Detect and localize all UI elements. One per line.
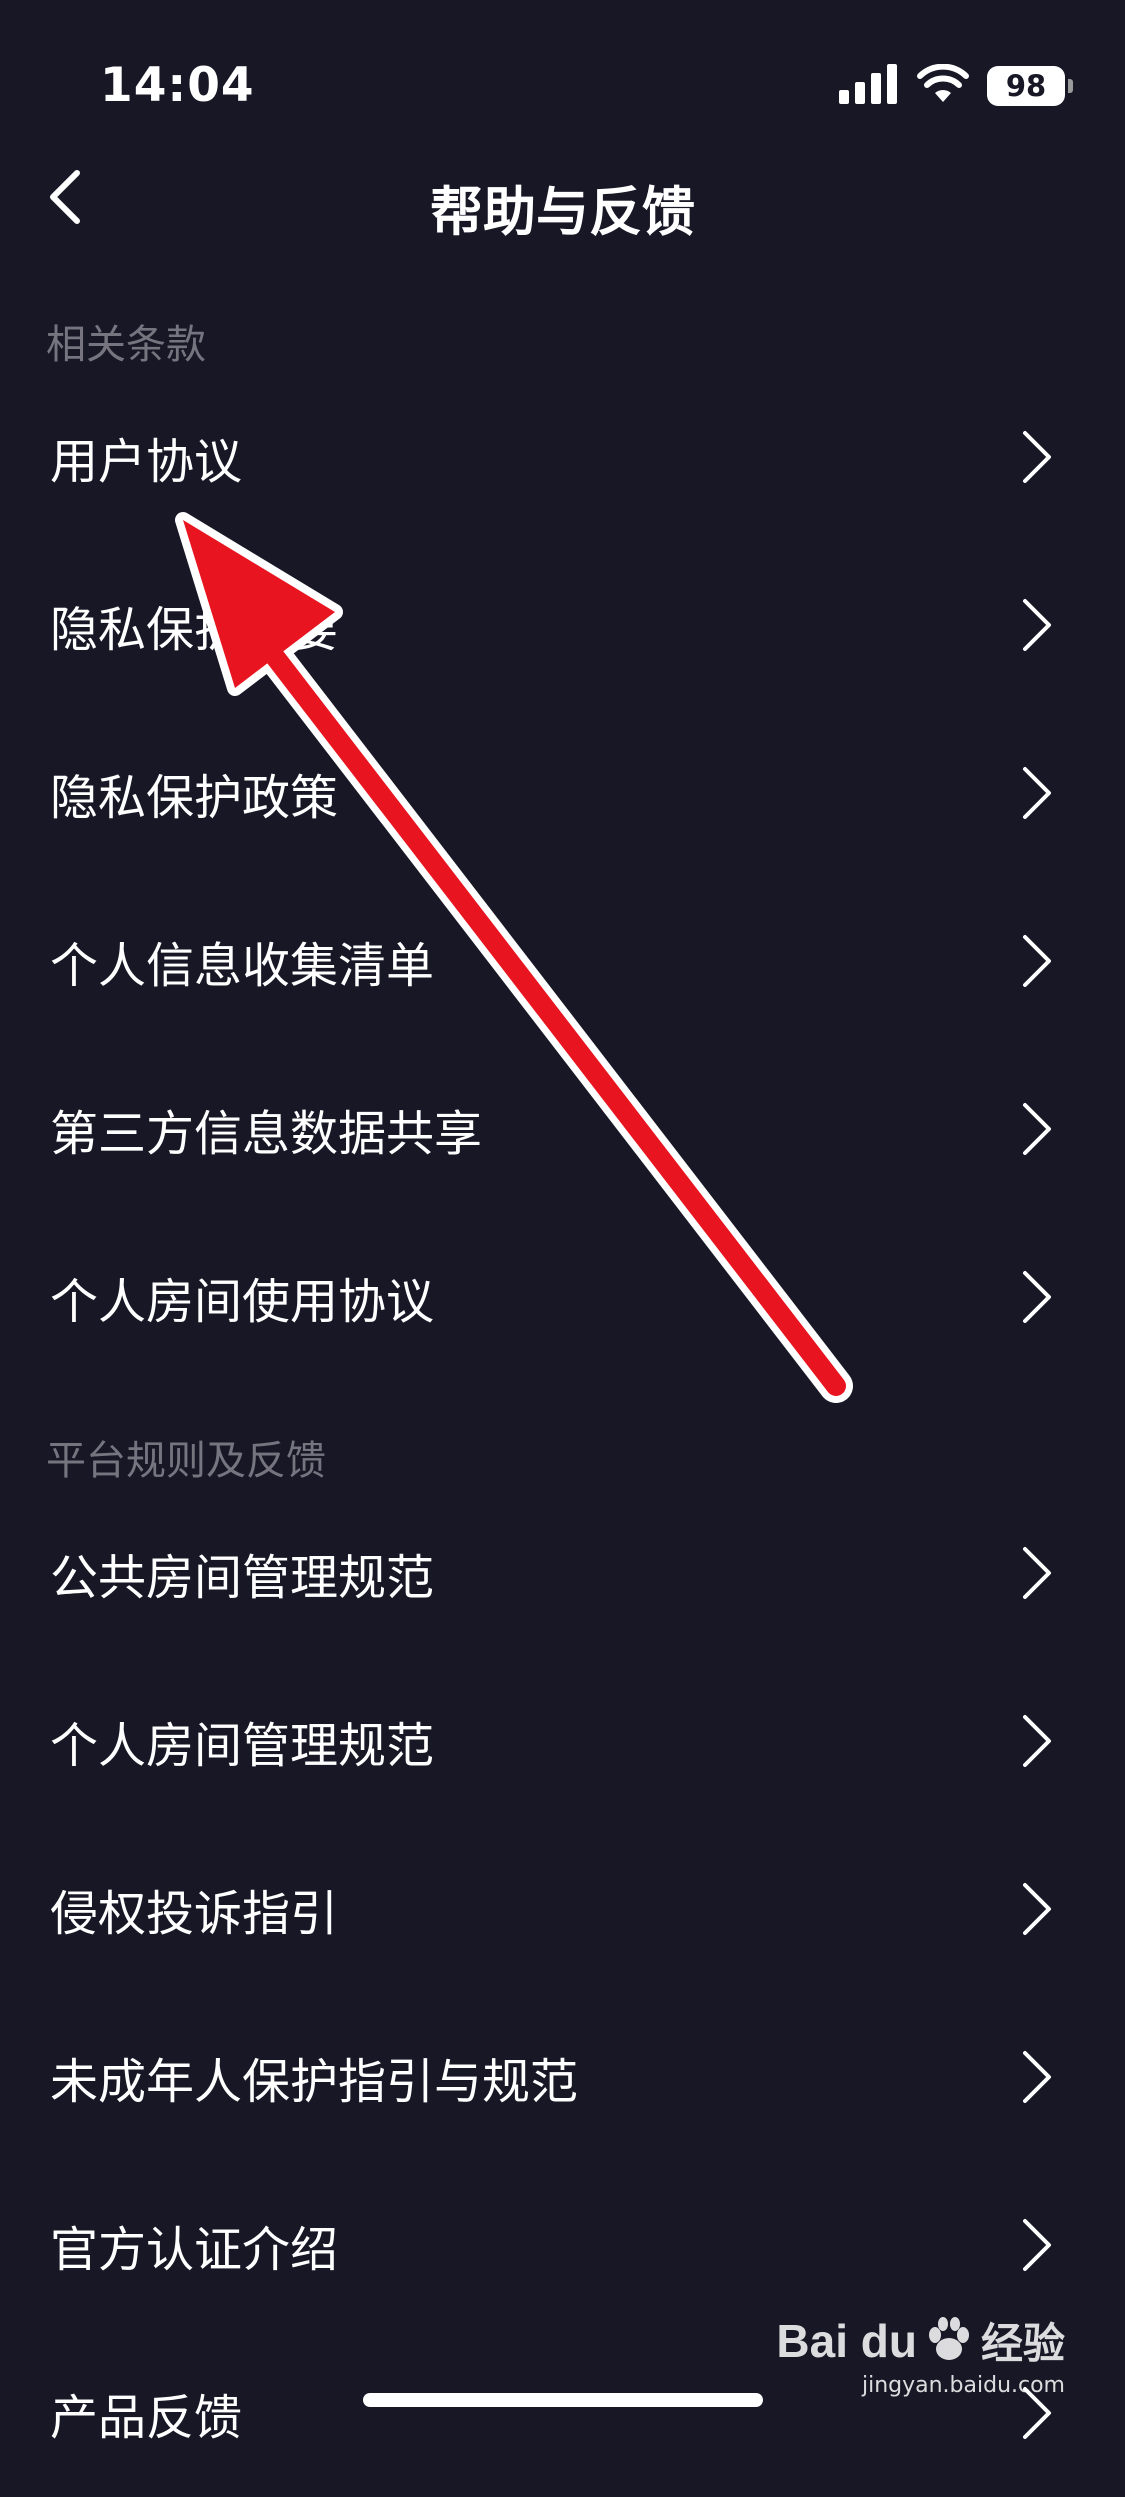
section-header-rules: 平台规则及反馈 xyxy=(46,1438,326,1484)
list-item-personal-room-rules[interactable]: 个人房间管理规范 xyxy=(0,1657,1125,1825)
chevron-right-icon xyxy=(1023,431,1051,483)
page-title: 帮助与反馈 xyxy=(430,182,695,243)
watermark-suffix: 经验 xyxy=(980,2320,1065,2367)
list-item-label: 个人房间管理规范 xyxy=(50,1718,435,1774)
section-header-terms: 相关条款 xyxy=(46,322,206,368)
list-item-label: 官方认证介绍 xyxy=(50,2222,339,2278)
watermark-logo: Bai du 经验 xyxy=(776,2310,1065,2371)
chevron-right-icon xyxy=(1023,1883,1051,1935)
list-item-privacy-policy[interactable]: 隐私保护政策 xyxy=(0,709,1125,877)
list-item-privacy-summary[interactable]: 隐私保护摘要 xyxy=(0,541,1125,709)
status-bar: 14:04 98 xyxy=(0,0,1125,170)
home-indicator[interactable] xyxy=(363,2393,763,2407)
wifi-icon xyxy=(917,63,969,108)
paw-icon xyxy=(928,2316,969,2360)
list-item-label: 个人信息收集清单 xyxy=(50,938,435,994)
status-icons: 98 xyxy=(839,63,1073,108)
chevron-right-icon xyxy=(1023,2051,1051,2103)
list-item-minor-protection[interactable]: 未成年人保护指引与规范 xyxy=(0,1993,1125,2161)
list-item-personal-room-agreement[interactable]: 个人房间使用协议 xyxy=(0,1213,1125,1381)
chevron-right-icon xyxy=(1023,1271,1051,1323)
list-item-label: 侵权投诉指引 xyxy=(50,1886,339,1942)
battery-level: 98 xyxy=(1005,69,1047,103)
battery-icon: 98 xyxy=(987,66,1073,106)
list-item-label: 产品反馈 xyxy=(50,2390,243,2446)
list-item-third-party-sharing[interactable]: 第三方信息数据共享 xyxy=(0,1045,1125,1213)
list-item-label: 隐私保护政策 xyxy=(50,770,339,826)
list-item-official-verification[interactable]: 官方认证介绍 xyxy=(0,2161,1125,2329)
watermark-brand: Bai du xyxy=(776,2314,917,2367)
list-item-infringement-guide[interactable]: 侵权投诉指引 xyxy=(0,1825,1125,1993)
baidu-jingyan-watermark: Bai du 经验 jingyan.baidu.com xyxy=(776,2310,1065,2399)
list-item-label: 个人房间使用协议 xyxy=(50,1274,435,1330)
list-item-label: 隐私保护摘要 xyxy=(50,602,339,658)
status-time: 14:04 xyxy=(100,58,255,113)
list-item-label: 未成年人保护指引与规范 xyxy=(50,2054,579,2110)
chevron-right-icon xyxy=(1023,935,1051,987)
list-item-label: 公共房间管理规范 xyxy=(50,1550,435,1606)
list-item-user-agreement[interactable]: 用户协议 xyxy=(0,373,1125,541)
chevron-right-icon xyxy=(1023,2219,1051,2271)
list-item-label: 用户协议 xyxy=(50,434,243,490)
watermark-url: jingyan.baidu.com xyxy=(861,2373,1065,2398)
chevron-right-icon xyxy=(1023,1715,1051,1767)
list-item-label: 第三方信息数据共享 xyxy=(50,1106,483,1162)
list-item-info-collection[interactable]: 个人信息收集清单 xyxy=(0,877,1125,1045)
signal-icon xyxy=(839,64,899,108)
chevron-right-icon xyxy=(1023,1547,1051,1599)
nav-bar: 帮助与反馈 xyxy=(0,150,1125,250)
chevron-right-icon xyxy=(1023,767,1051,819)
chevron-right-icon xyxy=(1023,599,1051,651)
list-item-public-room-rules[interactable]: 公共房间管理规范 xyxy=(0,1489,1125,1657)
chevron-right-icon xyxy=(1023,1103,1051,1155)
